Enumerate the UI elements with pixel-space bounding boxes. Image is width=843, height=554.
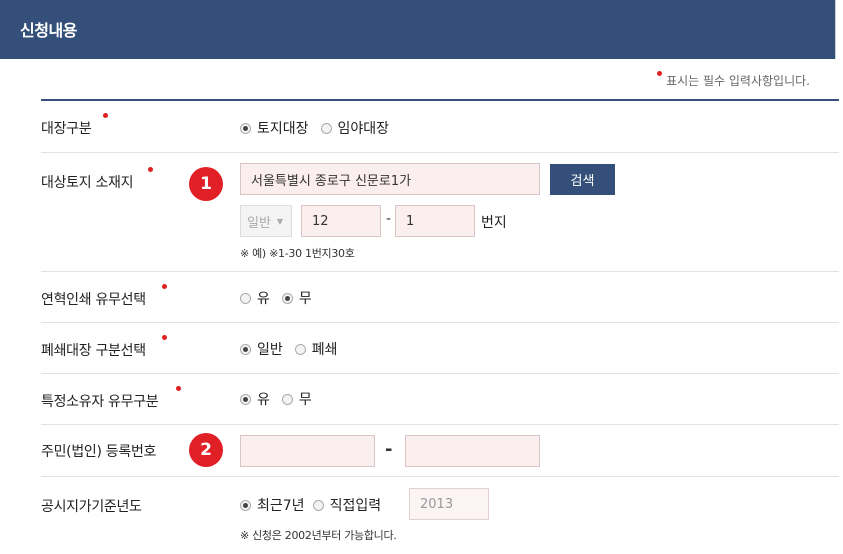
row-divider — [41, 476, 839, 477]
radio-label: 최근7년 — [257, 498, 305, 514]
label-history-print-text: 연혁인쇄 유무선택 — [41, 292, 146, 308]
chevron-down-icon: ▼ — [276, 216, 284, 226]
radio-label: 임야대장 — [337, 121, 390, 137]
required-dot-icon — [657, 71, 663, 76]
closed-ledger-radio-group: 일반 폐쇄 — [240, 339, 350, 359]
lot-example-note: ※ 예) ※1-30 1번지30호 — [240, 247, 355, 260]
radio-label: 무 — [298, 392, 312, 408]
radio-button[interactable] — [294, 343, 306, 355]
label-closed-ledger: 폐쇄대장 구분선택 — [41, 335, 167, 360]
lot-dash: - — [386, 211, 392, 227]
radio-option-recent-7-years[interactable]: 최근7년 — [240, 495, 305, 515]
lot-type-select[interactable]: 일반 ▼ — [240, 205, 292, 237]
label-price-year-text: 공시지가기준년도 — [41, 499, 142, 515]
row-divider — [41, 152, 839, 153]
radio-button[interactable] — [281, 292, 293, 304]
radio-button[interactable] — [240, 343, 251, 355]
main-lot-number-input[interactable]: 12 — [301, 205, 381, 237]
search-button[interactable]: 검색 — [550, 164, 615, 195]
header-edge — [835, 0, 843, 59]
row-divider — [41, 373, 839, 374]
radio-label: 일반 — [257, 342, 283, 358]
radio-option-yes[interactable]: 유 — [240, 389, 270, 409]
radio-button[interactable] — [312, 499, 324, 511]
required-dot-icon — [103, 113, 108, 118]
section-header: 신청내용 — [0, 0, 835, 59]
radio-label: 직접입력 — [329, 498, 382, 514]
radio-option-direct-input[interactable]: 직접입력 — [312, 495, 382, 515]
row-divider — [41, 271, 839, 272]
resident-number-part1-input[interactable] — [240, 435, 375, 467]
label-specific-owner: 특정소유자 유무구분 — [41, 386, 181, 411]
radio-button[interactable] — [240, 122, 251, 134]
lot-type-value: 일반 — [247, 215, 271, 231]
specific-owner-radio-group: 유 무 — [240, 389, 324, 409]
label-resident-number-text: 주민(법인) 등록번호 — [41, 444, 157, 460]
radio-option-no[interactable]: 무 — [281, 288, 312, 308]
label-land-location-text: 대상토지 소재지 — [41, 175, 134, 191]
radio-label: 폐쇄 — [311, 342, 338, 358]
year-input[interactable]: 2013 — [409, 488, 489, 520]
row-divider — [41, 424, 839, 425]
required-dot-icon — [162, 284, 167, 289]
step-badge-1: 1 — [189, 167, 223, 201]
radio-option-closed[interactable]: 폐쇄 — [294, 339, 338, 359]
radio-option-yes[interactable]: 유 — [240, 288, 270, 308]
label-closed-ledger-text: 폐쇄대장 구분선택 — [41, 343, 146, 359]
lot-unit-label: 번지 — [481, 215, 507, 231]
radio-label: 유 — [257, 291, 270, 307]
radio-label: 유 — [257, 392, 270, 408]
ledger-type-radio-group: 토지대장 임야대장 — [240, 118, 401, 138]
radio-option-land-ledger[interactable]: 토지대장 — [240, 118, 309, 138]
required-dot-icon — [176, 386, 181, 391]
radio-label: 토지대장 — [257, 121, 309, 137]
section-title: 신청내용 — [20, 21, 77, 40]
radio-option-forest-ledger[interactable]: 임야대장 — [320, 118, 390, 138]
label-history-print: 연혁인쇄 유무선택 — [41, 284, 167, 309]
sub-lot-number-input[interactable]: 1 — [395, 205, 475, 237]
row-divider — [41, 322, 839, 323]
label-resident-number: 주민(법인) 등록번호 — [41, 441, 156, 461]
radio-button[interactable] — [320, 122, 332, 134]
radio-option-general[interactable]: 일반 — [240, 339, 283, 359]
step-badge-2: 2 — [189, 433, 223, 467]
price-year-note: ※ 신청은 2002년부터 가능합니다. — [240, 529, 397, 542]
label-price-year: 공시지가기준년도 — [41, 496, 142, 516]
radio-label: 무 — [298, 291, 312, 307]
label-specific-owner-text: 특정소유자 유무구분 — [41, 394, 159, 410]
label-ledger-type: 대장구분 — [41, 113, 108, 138]
address-input[interactable]: 서울특별시 종로구 신문로1가 — [240, 163, 540, 195]
label-land-location: 대상토지 소재지 — [41, 167, 153, 192]
radio-button[interactable] — [240, 292, 251, 304]
history-print-radio-group: 유 무 — [240, 288, 324, 308]
price-year-radio-group: 최근7년 직접입력 — [240, 495, 393, 515]
required-dot-icon — [162, 335, 167, 340]
required-note-text: 표시는 필수 입력사항입니다. — [666, 74, 810, 88]
required-dot-icon — [148, 167, 153, 172]
form-top-rule — [41, 99, 839, 101]
resident-number-part2-input[interactable] — [405, 435, 540, 467]
radio-button[interactable] — [281, 393, 293, 405]
resident-number-dash: - — [385, 439, 393, 460]
label-ledger-type-text: 대장구분 — [41, 121, 92, 137]
radio-button[interactable] — [240, 499, 251, 511]
required-note: 표시는 필수 입력사항입니다. — [657, 71, 810, 89]
radio-option-no[interactable]: 무 — [281, 389, 312, 409]
radio-button[interactable] — [240, 393, 251, 405]
